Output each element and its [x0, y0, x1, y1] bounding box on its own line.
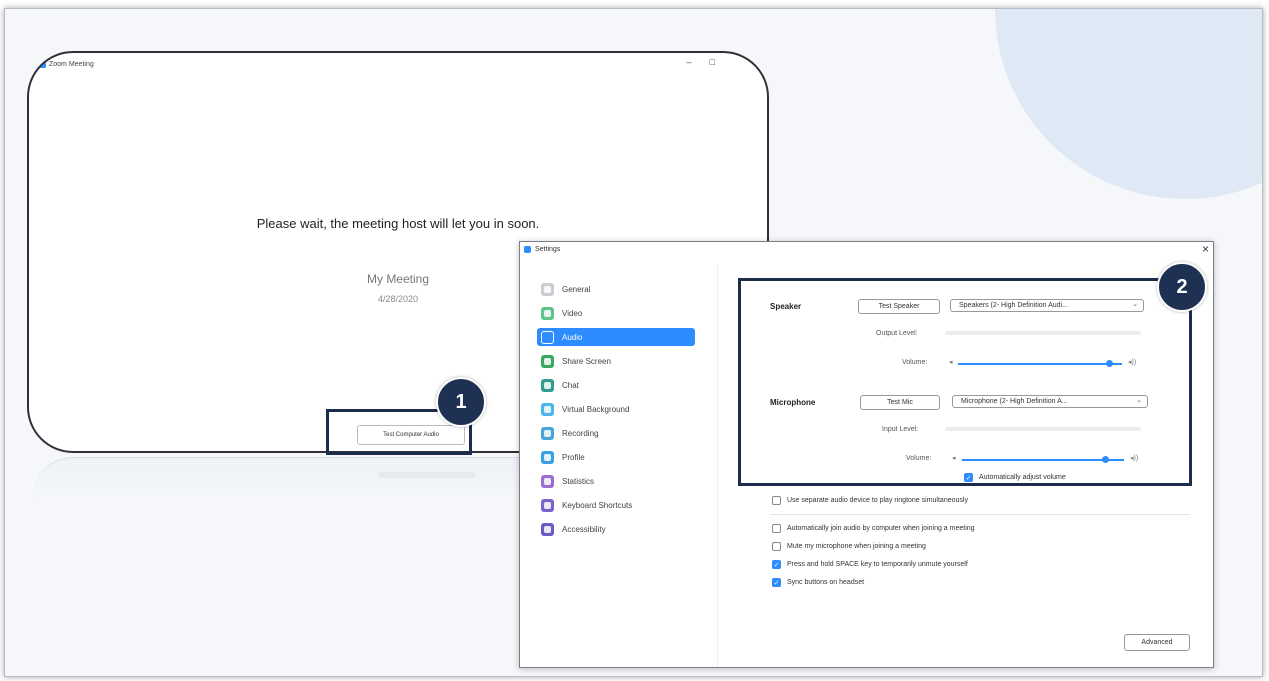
audio-icon — [541, 330, 554, 344]
sidebar-item-label: Accessibility — [562, 524, 606, 534]
zoom-logo-icon — [39, 61, 46, 68]
settings-titlebar: Settings — [524, 246, 560, 253]
sidebar-item-accessibility[interactable]: Accessibility — [537, 520, 695, 538]
sidebar-item-general[interactable]: General — [537, 280, 695, 298]
option-label: Automatically join audio by computer whe… — [787, 525, 975, 532]
checkbox-checked-icon[interactable]: ✓ — [772, 560, 781, 569]
option-checkbox-row[interactable]: Use separate audio device to play ringto… — [772, 496, 968, 505]
sidebar-item-label: Statistics — [562, 476, 595, 486]
checkbox-unchecked-icon[interactable] — [772, 542, 781, 551]
zoom-window-title: Zoom Meeting — [49, 61, 94, 68]
checkbox-unchecked-icon[interactable] — [772, 496, 781, 505]
virtual-background-icon — [541, 402, 554, 416]
option-label: Sync buttons on headset — [787, 579, 865, 586]
slide-frame: Zoom Meeting –□ Please wait, the meeting… — [4, 8, 1263, 677]
sidebar-item-statistics[interactable]: Statistics — [537, 472, 695, 490]
keyboard-shortcuts-icon — [541, 498, 554, 512]
sidebar-item-audio[interactable]: Audio — [537, 328, 695, 346]
highlight-box-step-2 — [738, 278, 1192, 486]
waiting-message: Please wait, the meeting host will let y… — [256, 216, 540, 231]
sidebar-item-label: Share Screen — [562, 356, 611, 366]
step-badge-1: 1 — [436, 377, 486, 427]
step-badge-2: 2 — [1157, 262, 1207, 312]
option-label: Mute my microphone when joining a meetin… — [787, 543, 926, 550]
checkbox-unchecked-icon[interactable] — [772, 524, 781, 533]
settings-title: Settings — [535, 246, 561, 253]
sidebar-item-label: Chat — [562, 380, 579, 390]
zoom-logo-icon — [524, 246, 531, 253]
settings-sidebar: General Video Audio Share Screen Chat Virtual… — [520, 264, 718, 667]
zoom-titlebar: Zoom Meeting — [39, 61, 94, 68]
statistics-icon — [541, 474, 554, 488]
option-checkbox-row[interactable]: Mute my microphone when joining a meetin… — [772, 542, 926, 551]
sidebar-item-label: Video — [562, 308, 583, 318]
checkbox-checked-icon[interactable]: ✓ — [772, 578, 781, 587]
sidebar-item-label: Profile — [562, 452, 585, 462]
option-label: Press and hold SPACE key to temporarily … — [787, 561, 968, 568]
section-divider — [770, 514, 1190, 515]
window-controls: –□ — [687, 57, 733, 67]
option-checkbox-row[interactable]: ✓ Press and hold SPACE key to temporarily… — [772, 560, 968, 569]
share-screen-icon — [541, 354, 554, 368]
close-icon[interactable]: × — [1202, 242, 1209, 256]
option-checkbox-row[interactable]: ✓ Sync buttons on headset — [772, 578, 864, 587]
sidebar-item-video[interactable]: Video — [537, 304, 695, 322]
minimize-button[interactable]: – — [687, 57, 710, 67]
sidebar-item-profile[interactable]: Profile — [537, 448, 695, 466]
maximize-button[interactable]: □ — [710, 57, 733, 67]
general-icon — [541, 282, 554, 296]
sidebar-item-label: Audio — [562, 332, 583, 342]
advanced-button[interactable]: Advanced — [1124, 634, 1190, 651]
option-label: Use separate audio device to play ringto… — [787, 497, 968, 504]
decorative-circle — [995, 9, 1262, 199]
video-icon — [541, 306, 554, 320]
profile-icon — [541, 450, 554, 464]
recording-icon — [541, 426, 554, 440]
sidebar-item-recording[interactable]: Recording — [537, 424, 695, 442]
sidebar-item-label: Virtual Background — [562, 404, 630, 414]
sidebar-item-chat[interactable]: Chat — [537, 376, 695, 394]
sidebar-item-label: Keyboard Shortcuts — [562, 500, 633, 510]
reflection-button — [379, 472, 475, 478]
option-checkbox-row[interactable]: Automatically join audio by computer whe… — [772, 524, 975, 533]
sidebar-item-share-screen[interactable]: Share Screen — [537, 352, 695, 370]
chat-icon — [541, 378, 554, 392]
sidebar-item-label: General — [562, 284, 591, 294]
sidebar-item-label: Recording — [562, 428, 599, 438]
accessibility-icon — [541, 522, 554, 536]
sidebar-item-keyboard-shortcuts[interactable]: Keyboard Shortcuts — [537, 496, 695, 514]
sidebar-item-virtual-background[interactable]: Virtual Background — [537, 400, 695, 418]
